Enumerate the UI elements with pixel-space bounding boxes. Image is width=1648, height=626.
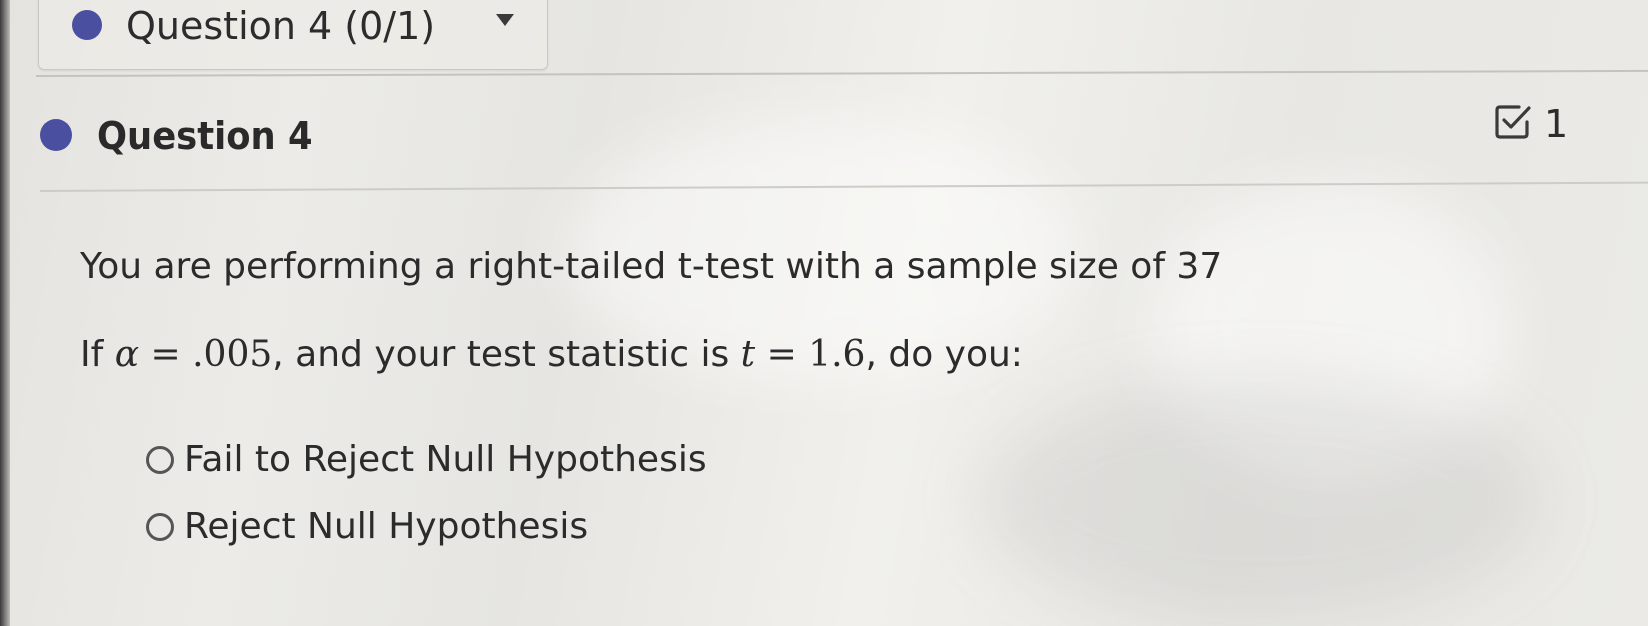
divider: [39, 181, 1648, 192]
chevron-down-icon[interactable]: [496, 14, 514, 26]
alpha-symbol: α: [114, 334, 140, 375]
alpha-value: .005: [192, 334, 273, 375]
question-title: Question 4: [97, 114, 313, 158]
screen-shadow: [980, 380, 1540, 620]
status-dot-icon: [72, 10, 102, 40]
answer-option-reject[interactable]: Reject Null Hypothesis: [146, 502, 588, 552]
question-selector-label[interactable]: Question 4 (0/1): [126, 2, 435, 50]
radio-button[interactable]: [146, 513, 174, 541]
status-dot-icon: [40, 119, 72, 151]
math-prefix: If: [80, 334, 115, 375]
question-points: 1: [1544, 102, 1569, 146]
answer-option-fail-to-reject[interactable]: Fail to Reject Null Hypothesis: [146, 435, 707, 485]
t-symbol: t: [740, 334, 756, 375]
screen-edge: [0, 0, 10, 626]
radio-button[interactable]: [146, 446, 174, 474]
math-suffix: , do you:: [865, 334, 1023, 375]
screen-glare: [1150, 180, 1510, 480]
checkbox-icon: [1495, 105, 1531, 139]
t-value: 1.6: [808, 334, 866, 375]
math-mid: , and your test statistic is: [272, 334, 741, 375]
question-text: You are performing a right-tailed t-test…: [80, 246, 1223, 287]
answer-option-label[interactable]: Reject Null Hypothesis: [184, 503, 588, 551]
answer-option-label[interactable]: Fail to Reject Null Hypothesis: [184, 436, 707, 484]
equals-sign: =: [755, 334, 809, 375]
divider: [35, 69, 1648, 77]
equals-sign: =: [139, 334, 193, 375]
question-math: If α = .005, and your test statistic is …: [80, 330, 1023, 380]
